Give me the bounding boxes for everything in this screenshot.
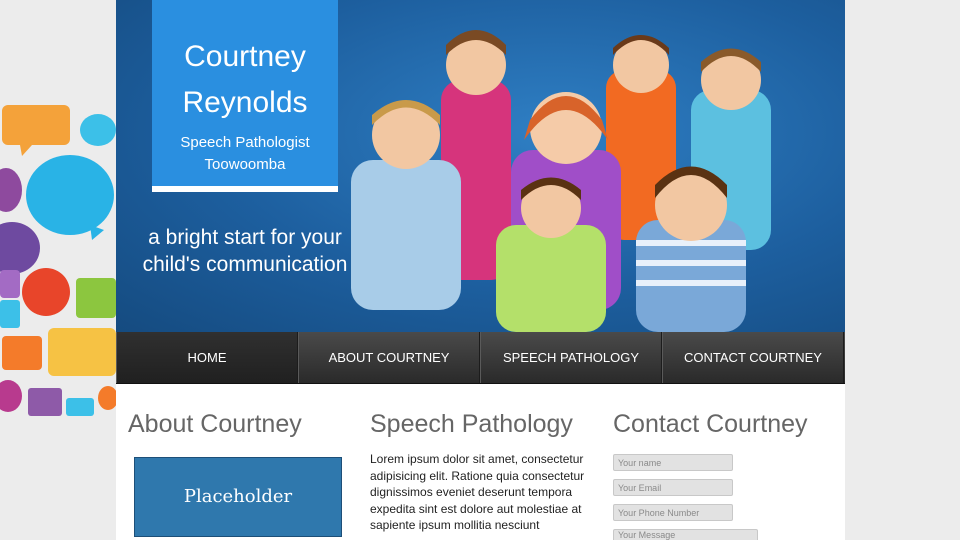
contact-heading: Contact Courtney (613, 410, 808, 438)
speech-body-text: Lorem ipsum dolor sit amet, consectetur … (370, 452, 585, 532)
about-heading: About Courtney (128, 410, 302, 438)
main-nav: HOME ABOUT COURTNEY SPEECH PATHOLOGY CON… (116, 332, 845, 384)
contact-message-input[interactable] (613, 529, 758, 540)
role-text: Speech Pathologist (180, 134, 310, 151)
site-title: Courtney Reynolds (152, 34, 338, 126)
nav-home[interactable]: HOME (116, 332, 298, 383)
hero-tagline: a bright start for your child's communic… (142, 226, 348, 276)
title-box: Courtney Reynolds Speech Pathologist Too… (152, 0, 338, 192)
site-title-line2: Reynolds (182, 86, 308, 119)
location-text: Toowoomba (204, 156, 286, 173)
site-subtitle: Speech Pathologist Toowoomba (152, 132, 338, 176)
speech-bubbles-decoration (0, 105, 116, 416)
page-container: Courtney Reynolds Speech Pathologist Too… (116, 0, 845, 540)
contact-email-input[interactable] (613, 479, 733, 496)
nav-about-courtney[interactable]: ABOUT COURTNEY (298, 332, 480, 383)
speech-heading: Speech Pathology (370, 410, 573, 438)
children-photo (351, 30, 771, 332)
site-title-line1: Courtney (184, 40, 306, 73)
contact-phone-input[interactable] (613, 504, 733, 521)
hero-banner: Courtney Reynolds Speech Pathologist Too… (116, 0, 845, 332)
nav-contact-courtney[interactable]: CONTACT COURTNEY (662, 332, 844, 383)
nav-speech-pathology[interactable]: SPEECH PATHOLOGY (480, 332, 662, 383)
about-placeholder-image: Placeholder (134, 457, 342, 537)
contact-name-input[interactable] (613, 454, 733, 471)
